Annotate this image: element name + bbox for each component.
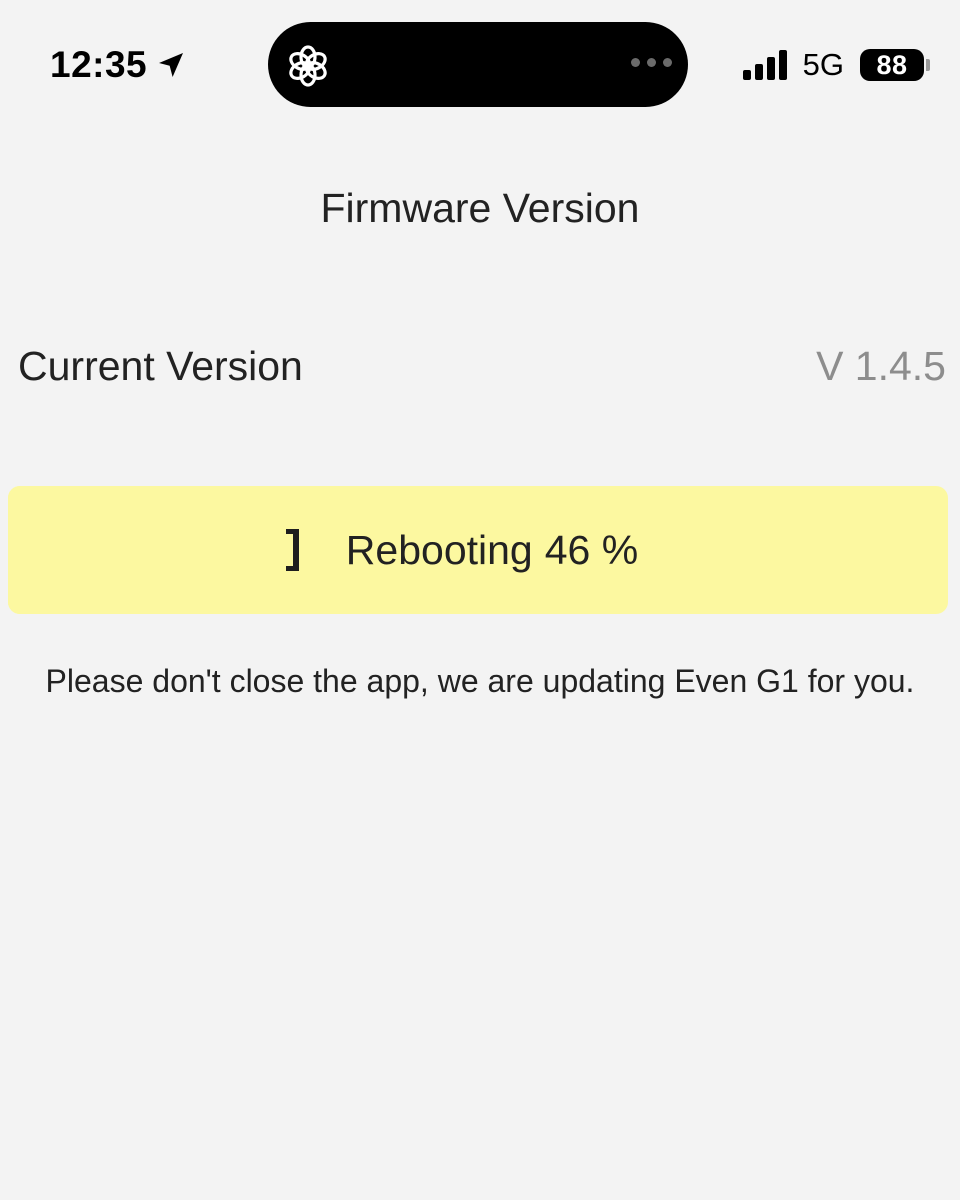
more-dots-icon xyxy=(631,58,672,67)
dynamic-island[interactable] xyxy=(268,22,688,107)
progress-status: Rebooting 46 % xyxy=(346,527,638,574)
status-bar-time: 12:35 xyxy=(50,40,187,90)
location-arrow-icon xyxy=(159,53,184,77)
update-notice: Please don't close the app, we are updat… xyxy=(45,663,915,699)
page-title: Firmware Version xyxy=(320,185,640,231)
battery-icon: 88 xyxy=(860,49,930,81)
openai-logo-icon xyxy=(289,45,327,87)
current-version-value: V 1.4.5 xyxy=(816,342,946,389)
firmware-update-screen: 12:35 5G 88 Firmware Version Current Ver… xyxy=(0,0,960,1200)
battery-level: 88 xyxy=(860,49,924,81)
cellular-signal-icon xyxy=(742,50,787,80)
loading-spinner-icon xyxy=(285,529,299,571)
clock-text: 12:35 xyxy=(50,44,148,85)
status-bar-indicators: 5G 88 xyxy=(742,40,930,90)
network-type: 5G xyxy=(802,47,844,82)
progress-percent: 46 % xyxy=(544,526,639,573)
progress-status-label: Rebooting xyxy=(345,526,533,573)
current-version-label: Current Version xyxy=(18,342,303,389)
current-version-row: Current Version V 1.4.5 xyxy=(18,338,946,394)
update-progress-card: Rebooting 46 % xyxy=(8,486,948,614)
